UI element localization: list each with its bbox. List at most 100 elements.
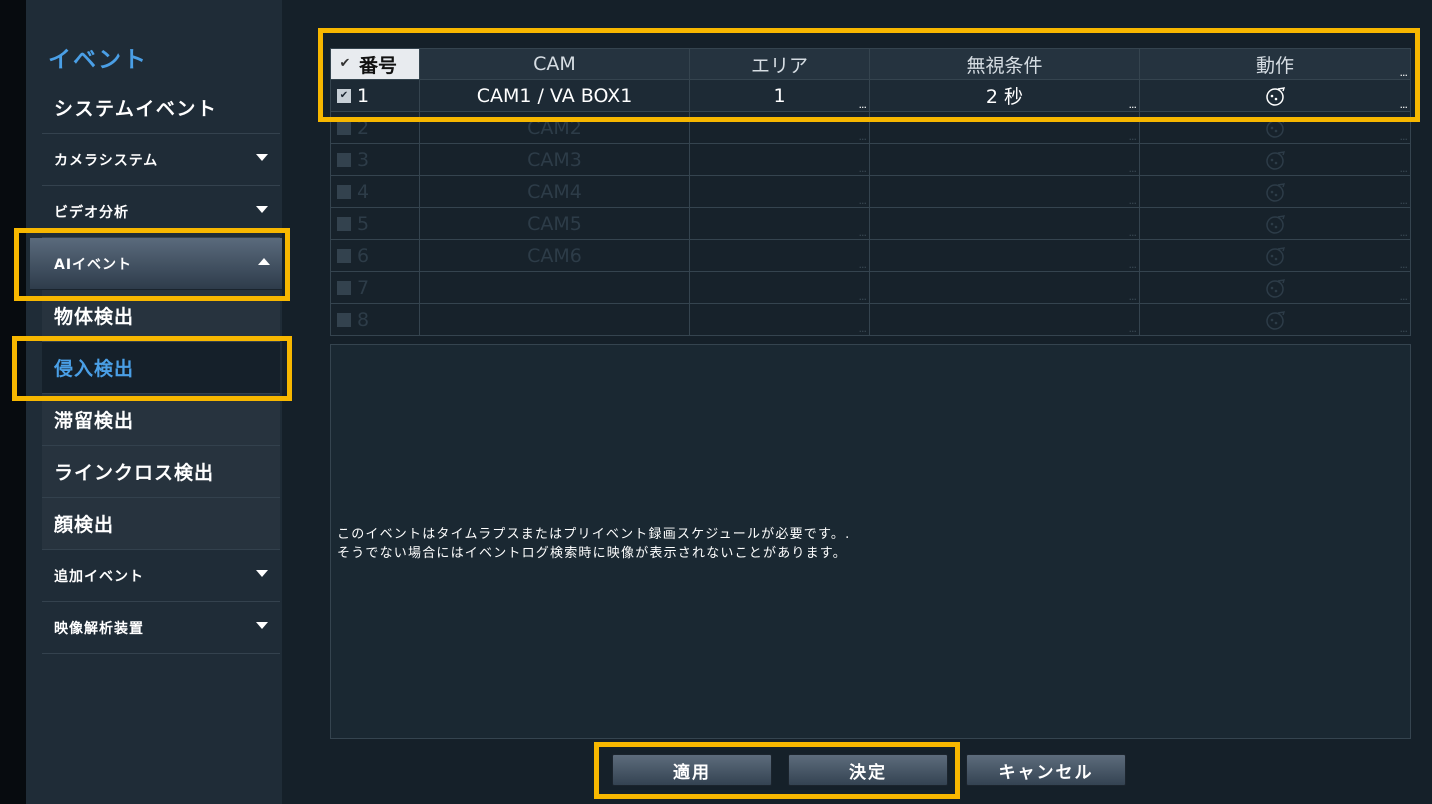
row-checkbox[interactable] xyxy=(337,280,351,295)
sidebar-title: イベント xyxy=(48,47,148,73)
settings-dial-icon[interactable] xyxy=(1264,117,1286,139)
row-checkbox[interactable] xyxy=(337,216,351,231)
row-number-cell[interactable]: 8 xyxy=(330,304,420,336)
chevron-down-icon xyxy=(256,570,268,577)
sidebar-item-system-event[interactable]: システムイベント xyxy=(42,82,280,134)
sidebar-subitem-face-detection[interactable]: 顔検出 xyxy=(42,498,280,550)
row-number-cell[interactable]: 3 xyxy=(330,144,420,176)
row-ignore-cell[interactable]: 2 秒... xyxy=(870,80,1140,112)
ok-button[interactable]: 決定 xyxy=(788,754,948,786)
row-ignore-cell[interactable]: ... xyxy=(870,272,1140,304)
sidebar-item-ai-event[interactable]: AIイベント xyxy=(30,238,284,290)
table-row[interactable]: 2 CAM2......... xyxy=(330,112,1411,144)
sidebar-subitem-object-detection[interactable]: 物体検出 xyxy=(42,290,280,342)
header-cam: CAM xyxy=(420,48,690,80)
settings-dial-icon[interactable] xyxy=(1264,245,1286,267)
sidebar-item-camera-system[interactable]: カメラシステム xyxy=(42,134,280,186)
row-area-cell[interactable]: 1... xyxy=(690,80,870,112)
ellipsis-icon: ... xyxy=(1128,258,1137,271)
settings-dial-icon[interactable] xyxy=(1264,181,1286,203)
row-area-cell[interactable]: ... xyxy=(690,272,870,304)
row-checkbox[interactable] xyxy=(337,312,351,327)
sidebar-subitem-label: ラインクロス検出 xyxy=(54,462,215,484)
ellipsis-icon: ... xyxy=(1399,162,1408,175)
row-area-cell[interactable]: ... xyxy=(690,112,870,144)
row-action-cell[interactable]: ... xyxy=(1140,304,1411,336)
ellipsis-icon: ... xyxy=(1128,130,1137,143)
header-ignore-label: 無視条件 xyxy=(966,54,1043,77)
row-number-cell[interactable]: ✔ 1 xyxy=(330,80,420,112)
ellipsis-icon: ... xyxy=(858,258,867,271)
row-cam-cell: CAM4 xyxy=(420,176,690,208)
row-action-cell[interactable]: ... xyxy=(1140,112,1411,144)
row-cam: CAM5 xyxy=(527,212,582,235)
ellipsis-icon: ... xyxy=(1399,290,1408,303)
sidebar-subitem-intrusion-detection[interactable]: 侵入検出 xyxy=(42,342,280,394)
row-area-cell[interactable]: ... xyxy=(690,304,870,336)
info-line-1: このイベントはタイムラプスまたはプリイベント録画スケジュールが必要です。. xyxy=(337,527,851,542)
row-number-cell[interactable]: 2 xyxy=(330,112,420,144)
sidebar-item-label: システムイベント xyxy=(54,98,218,120)
header-number-label: 番号 xyxy=(359,54,398,77)
settings-dial-icon[interactable] xyxy=(1264,149,1286,171)
row-checkbox[interactable] xyxy=(337,152,351,167)
sidebar-item-video-analyzer[interactable]: 映像解析装置 xyxy=(42,602,280,654)
row-cam: CAM2 xyxy=(527,116,582,139)
header-area-label: エリア xyxy=(750,54,808,77)
cancel-button[interactable]: キャンセル xyxy=(966,754,1126,786)
row-area-cell[interactable]: ... xyxy=(690,176,870,208)
row-ignore-cell[interactable]: ... xyxy=(870,240,1140,272)
sidebar-item-label: 追加イベント xyxy=(54,568,144,585)
header-action[interactable]: 動作 ... xyxy=(1140,48,1411,80)
sidebar-item-video-analytics[interactable]: ビデオ分析 xyxy=(42,186,280,238)
row-number-cell[interactable]: 7 xyxy=(330,272,420,304)
row-action-cell[interactable]: ... xyxy=(1140,272,1411,304)
header-cam-label: CAM xyxy=(533,53,576,75)
table-row[interactable]: 6 CAM6......... xyxy=(330,240,1411,272)
ellipsis-icon: ... xyxy=(1399,66,1408,79)
row-checkbox[interactable] xyxy=(337,248,351,263)
sidebar-item-extra-event[interactable]: 追加イベント xyxy=(42,550,280,602)
row-number-cell[interactable]: 5 xyxy=(330,208,420,240)
header-number[interactable]: ✔ 番号 xyxy=(330,48,420,80)
sidebar-item-label: 映像解析装置 xyxy=(54,620,144,637)
ellipsis-icon: ... xyxy=(1399,130,1408,143)
settings-dial-icon[interactable] xyxy=(1264,277,1286,299)
row-area-cell[interactable]: ... xyxy=(690,208,870,240)
row-number-cell[interactable]: 4 xyxy=(330,176,420,208)
settings-dial-icon[interactable] xyxy=(1264,213,1286,235)
sidebar-subitem-loitering-detection[interactable]: 滞留検出 xyxy=(42,394,280,446)
chevron-down-icon xyxy=(256,206,268,213)
table-row[interactable]: 8......... xyxy=(330,304,1411,336)
settings-dial-icon[interactable] xyxy=(1264,85,1286,107)
row-cam-cell: CAM6 xyxy=(420,240,690,272)
row-ignore-cell[interactable]: ... xyxy=(870,208,1140,240)
sidebar-item-label: AIイベント xyxy=(54,256,133,273)
table-row[interactable]: 3 CAM3......... xyxy=(330,144,1411,176)
row-ignore-cell[interactable]: ... xyxy=(870,144,1140,176)
row-checkbox[interactable] xyxy=(337,120,351,135)
apply-button[interactable]: 適用 xyxy=(612,754,772,786)
row-action-cell[interactable]: ... xyxy=(1140,176,1411,208)
row-ignore-cell[interactable]: ... xyxy=(870,304,1140,336)
sidebar-subitem-line-cross-detection[interactable]: ラインクロス検出 xyxy=(42,446,280,498)
table-row[interactable]: ✔ 1 CAM1 / VA BOX1 1... 2 秒...... xyxy=(330,80,1411,112)
row-action-cell[interactable]: ... xyxy=(1140,240,1411,272)
row-ignore-cell[interactable]: ... xyxy=(870,176,1140,208)
table-row[interactable]: 5 CAM5......... xyxy=(330,208,1411,240)
row-checkbox[interactable]: ✔ xyxy=(337,88,351,103)
row-ignore-cell[interactable]: ... xyxy=(870,112,1140,144)
row-action-cell[interactable]: ... xyxy=(1140,80,1411,112)
row-action-cell[interactable]: ... xyxy=(1140,208,1411,240)
table-row[interactable]: 7......... xyxy=(330,272,1411,304)
row-checkbox[interactable] xyxy=(337,184,351,199)
table-row[interactable]: 4 CAM4......... xyxy=(330,176,1411,208)
settings-dial-icon[interactable] xyxy=(1264,309,1286,331)
row-action-cell[interactable]: ... xyxy=(1140,144,1411,176)
sidebar-subitem-label: 滞留検出 xyxy=(54,410,135,432)
row-area-cell[interactable]: ... xyxy=(690,144,870,176)
row-number-cell[interactable]: 6 xyxy=(330,240,420,272)
ellipsis-icon: ... xyxy=(858,322,867,335)
ellipsis-icon: ... xyxy=(1128,322,1137,335)
row-area-cell[interactable]: ... xyxy=(690,240,870,272)
